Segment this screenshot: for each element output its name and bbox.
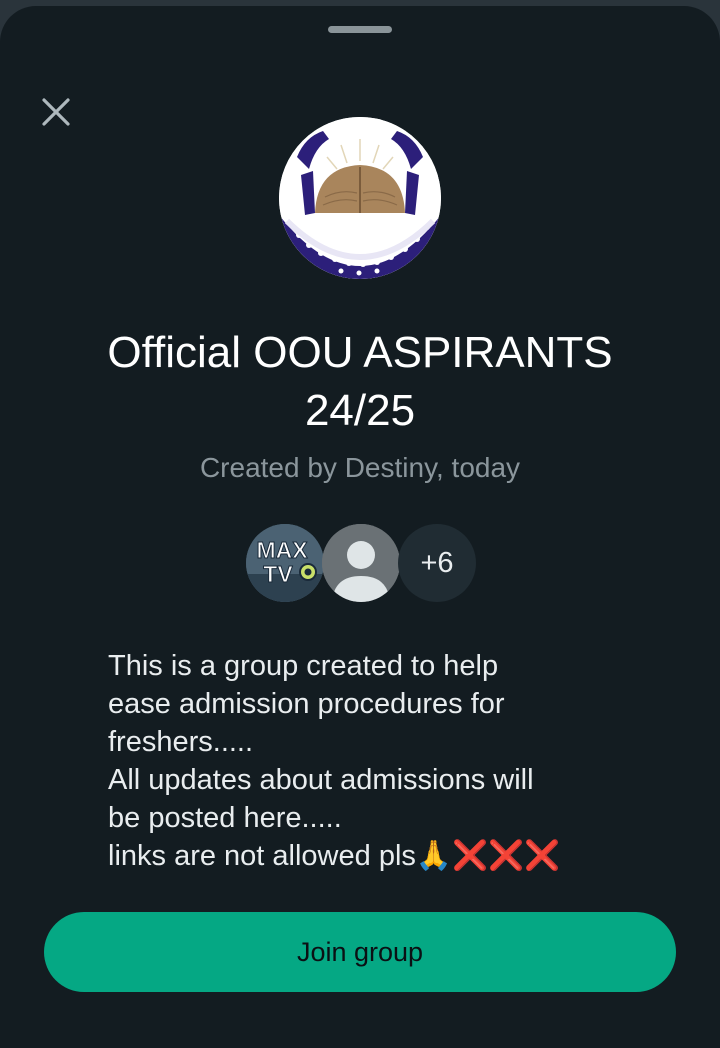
group-avatar xyxy=(279,117,441,279)
more-members-count[interactable]: +6 xyxy=(398,524,476,602)
close-icon xyxy=(42,98,70,126)
member-avatars[interactable]: MAX TV +6 xyxy=(246,524,486,604)
description-line: This is a group created to help xyxy=(108,650,499,682)
join-group-button[interactable]: Join group xyxy=(44,912,676,992)
description-line: ease admission procedures for xyxy=(108,688,505,720)
maxtv-text-top: MAX xyxy=(256,537,308,563)
close-button[interactable] xyxy=(36,92,76,132)
group-invite-sheet: Official OOU ASPIRANTS 24/25 Created by … xyxy=(0,6,720,1048)
drag-handle[interactable] xyxy=(328,26,392,33)
group-title-line-1: Official OOU ASPIRANTS xyxy=(107,328,613,377)
maxtv-text-bottom: TV xyxy=(263,561,293,587)
university-logo-image xyxy=(279,117,441,279)
group-title: Official OOU ASPIRANTS 24/25 xyxy=(60,324,660,440)
member-avatar-maxtv[interactable]: MAX TV xyxy=(246,524,324,602)
description-line: All updates about admissions will xyxy=(108,764,534,796)
description-line: links are not allowed pls🙏❌❌❌ xyxy=(108,840,561,872)
description-line: freshers..... xyxy=(108,726,254,758)
group-description: This is a group created to help ease adm… xyxy=(108,647,648,875)
group-created-by: Created by Destiny, today xyxy=(199,452,521,483)
description-line: be posted here..... xyxy=(108,802,342,834)
member-avatar-default[interactable] xyxy=(322,524,400,602)
group-title-line-2: 24/25 xyxy=(304,386,416,435)
maxtv-avatar-image: MAX TV xyxy=(246,524,324,602)
person-icon xyxy=(322,524,400,602)
